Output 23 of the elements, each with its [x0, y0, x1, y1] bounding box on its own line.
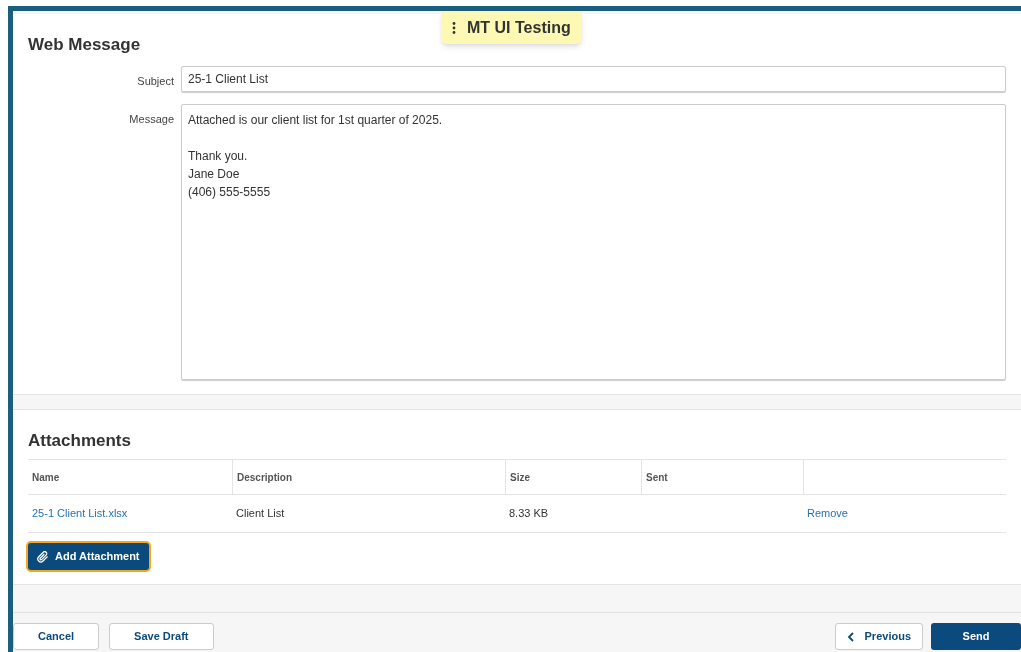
column-header: Sent [646, 470, 668, 485]
column-header: Size [510, 470, 530, 485]
add-attachment-button[interactable]: Add Attachment [28, 543, 149, 570]
send-button[interactable]: Send [931, 623, 1021, 650]
previous-button[interactable]: Previous [834, 623, 923, 650]
kebab-menu-icon[interactable] [452, 21, 456, 34]
footer-button[interactable]: Cancel [13, 623, 100, 650]
field-label: Subject [136, 73, 174, 89]
message-field[interactable]: Attached is our client list for 1st quarter of 2025. Thank you. Jane Doe (406) 555-5555 [181, 103, 1006, 380]
table-cell-text: Client List [236, 506, 285, 522]
subject-field[interactable]: 25-1 Client List [181, 65, 1006, 92]
file-link[interactable]: 25-1 Client List.xlsx [32, 505, 128, 522]
section-title: Web Message [28, 34, 141, 56]
section-title: Attachments [28, 429, 131, 452]
chevron-left-icon [846, 631, 855, 642]
banner-label: MT UI Testing [467, 17, 571, 38]
footer-button[interactable]: Save Draft [109, 623, 214, 650]
table-cell-text: 8.33 KB [509, 506, 549, 522]
field-label: Message [128, 111, 174, 127]
remove-link[interactable]: Remove [807, 505, 848, 522]
column-header: Name [32, 470, 60, 485]
column-header: Description [237, 470, 292, 485]
paperclip-icon [37, 550, 49, 563]
